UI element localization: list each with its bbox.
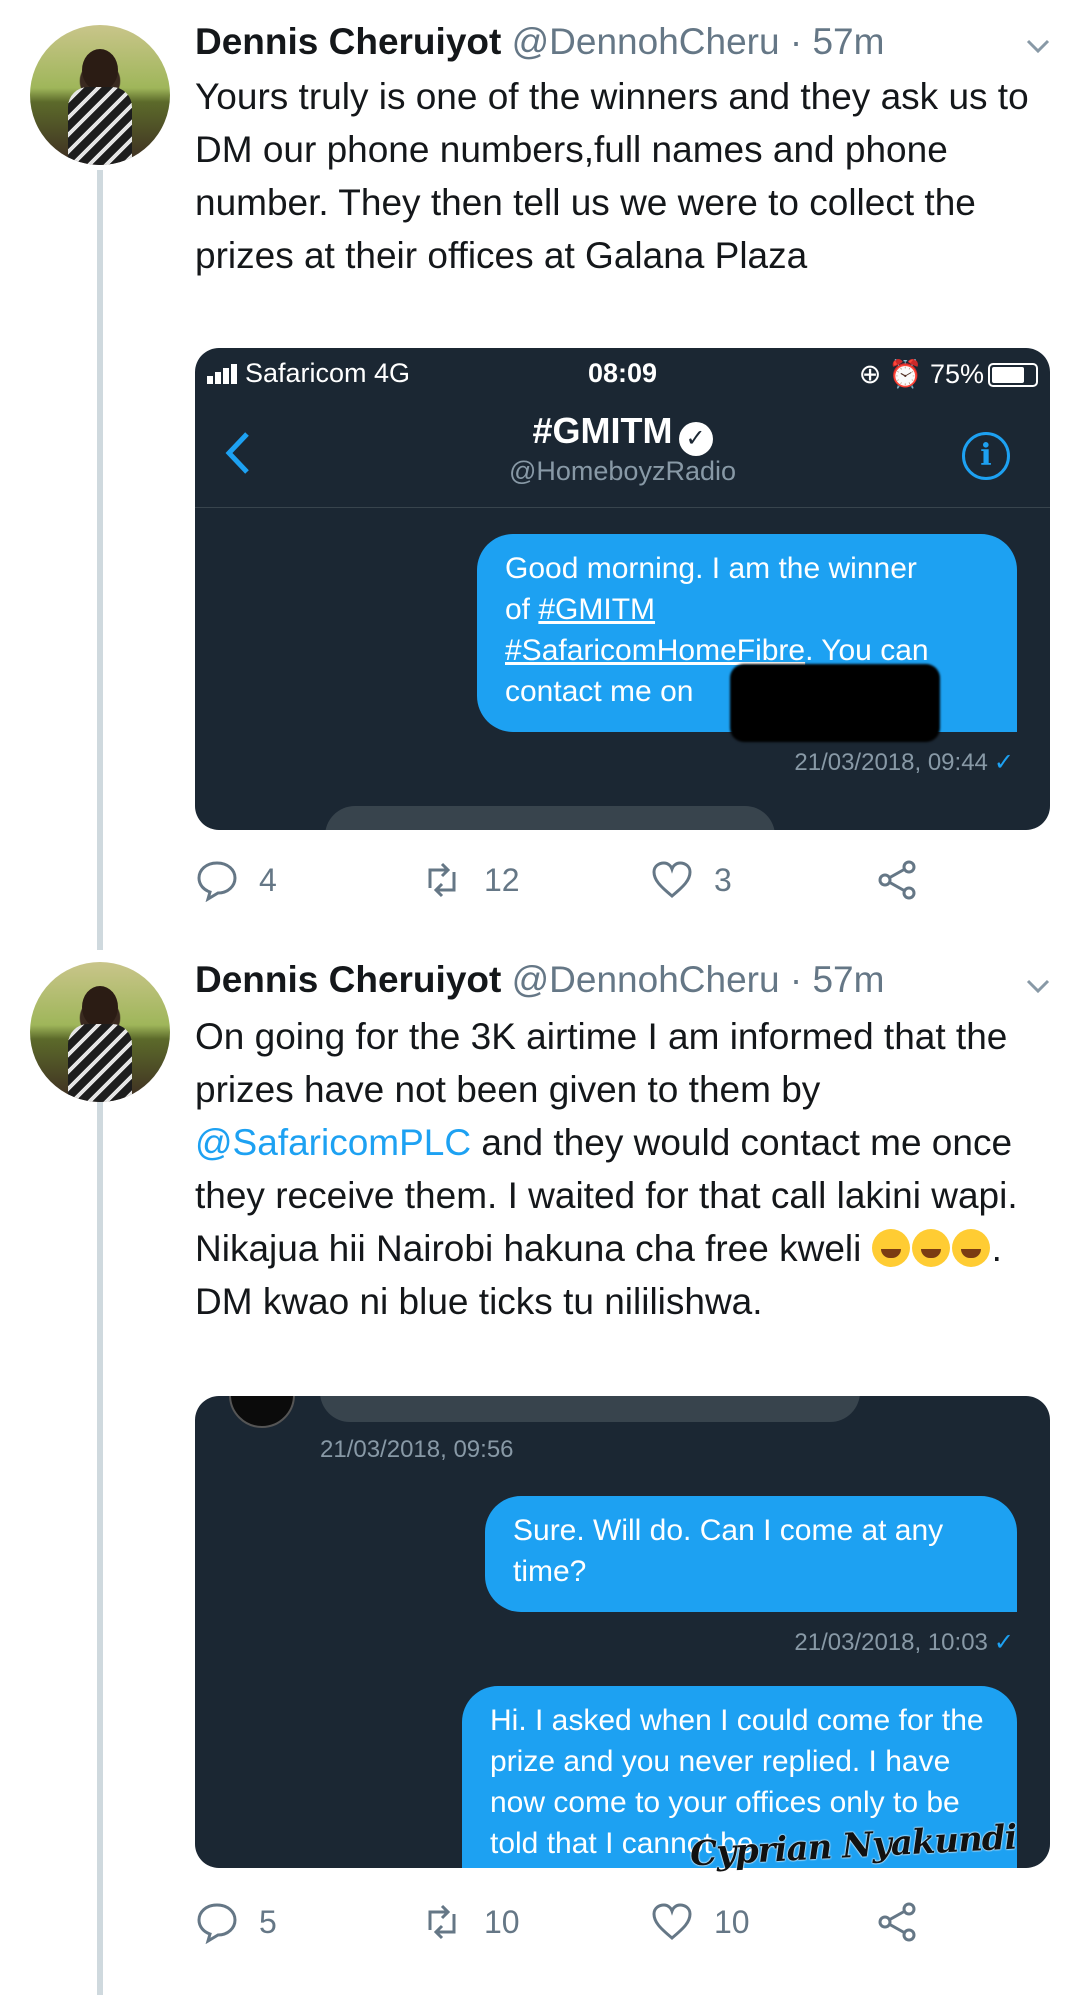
dm-line: Good morning. I am the winner [505, 552, 917, 585]
dm-header: #GMITM ✓ @HomeboyzRadio i [195, 398, 1050, 508]
reply-button[interactable]: 4 [195, 858, 277, 902]
heart-icon [652, 1903, 692, 1940]
handle[interactable]: @DennohCheru [512, 959, 780, 1000]
display-name[interactable]: Dennis Cheruiyot [195, 959, 501, 1000]
laughing-emoji-icon [871, 1229, 910, 1267]
reply-icon [197, 1903, 237, 1944]
verified-icon: ✓ [678, 422, 713, 456]
dm-timestamp: 21/03/2018, 09:56 [320, 1436, 514, 1463]
like-button[interactable]: 3 [650, 858, 732, 902]
dm-line: . You can [805, 634, 929, 667]
battery-icon [988, 363, 1038, 387]
tweet[interactable]: Dennis Cheruiyot @DennohCheru · 57m Your… [0, 0, 1080, 940]
alarm-icon: ⊕ ⏰ [858, 359, 930, 389]
hashtag-link[interactable]: #SafaricomHomeFibre [505, 634, 805, 667]
retweet-button[interactable]: 10 [420, 1900, 520, 1944]
status-bar: Safaricom 4G 08:09 ⊕ ⏰ 75% [195, 348, 1050, 398]
tweet-text: Yours truly is one of the winners and th… [195, 76, 1029, 276]
share-button[interactable] [875, 1900, 939, 1944]
retweet-icon [428, 1904, 456, 1940]
retweet-count: 10 [484, 1903, 520, 1940]
sender-avatar [229, 1396, 295, 1428]
display-name[interactable]: Dennis Cheruiyot [195, 21, 501, 62]
reply-icon [197, 861, 237, 902]
reply-button[interactable]: 5 [195, 1900, 277, 1944]
handle[interactable]: @DennohCheru [512, 21, 780, 62]
like-button[interactable]: 10 [650, 1900, 750, 1944]
mention-link[interactable]: @SafaricomPLC [195, 1122, 471, 1163]
info-icon[interactable]: i [962, 432, 1010, 480]
retweet-button[interactable]: 12 [420, 858, 520, 902]
tweet-header: Dennis Cheruiyot @DennohCheru · 57m [195, 958, 884, 1002]
share-icon [878, 860, 916, 900]
dm-timestamp: 21/03/2018, 09:44 ✓ [794, 749, 1014, 776]
tweet-media[interactable]: 21/03/2018, 09:56 Sure. Will do. Can I c… [195, 1396, 1050, 1868]
dm-timestamp: 21/03/2018, 10:03 ✓ [794, 1629, 1014, 1656]
retweet-icon [428, 862, 456, 898]
tweet-time: · 57m [789, 21, 885, 62]
avatar[interactable] [30, 25, 170, 165]
like-count: 10 [714, 1903, 750, 1940]
dm-bubble-partial [325, 806, 775, 830]
dm-title: #GMITM [532, 410, 673, 451]
tweet-actions: 4 12 3 [195, 858, 955, 908]
avatar[interactable] [30, 962, 170, 1102]
tweet-media[interactable]: Safaricom 4G 08:09 ⊕ ⏰ 75% #GMITM ✓ @Home… [195, 348, 1050, 830]
dm-handle: @HomeboyzRadio [508, 456, 736, 486]
like-count: 3 [714, 861, 732, 898]
chevron-down-icon[interactable] [1024, 32, 1052, 60]
dm-bubble-partial [320, 1396, 860, 1422]
hashtag-link[interactable]: #GMITM [538, 593, 655, 626]
tweet-header: Dennis Cheruiyot @DennohCheru · 57m [195, 20, 884, 64]
laughing-emoji-icon [911, 1229, 950, 1267]
dm-line: of [505, 593, 539, 626]
share-button[interactable] [875, 858, 939, 902]
share-icon [878, 1902, 916, 1942]
redaction [730, 664, 940, 742]
retweet-count: 12 [484, 861, 520, 898]
tweet-actions: 5 10 10 [195, 1900, 955, 1950]
heart-icon [652, 861, 692, 898]
chevron-down-icon[interactable] [1024, 972, 1052, 1000]
tweet-time: · 57m [789, 959, 885, 1000]
dm-bubble: Sure. Will do. Can I come at any time? [485, 1496, 1017, 1612]
laughing-emoji-icon [951, 1229, 990, 1267]
tweet-text: On going for the 3K airtime I am informe… [195, 1016, 1018, 1322]
reply-count: 5 [259, 1903, 277, 1940]
reply-count: 4 [259, 861, 277, 898]
battery-label: 75% [929, 359, 984, 389]
